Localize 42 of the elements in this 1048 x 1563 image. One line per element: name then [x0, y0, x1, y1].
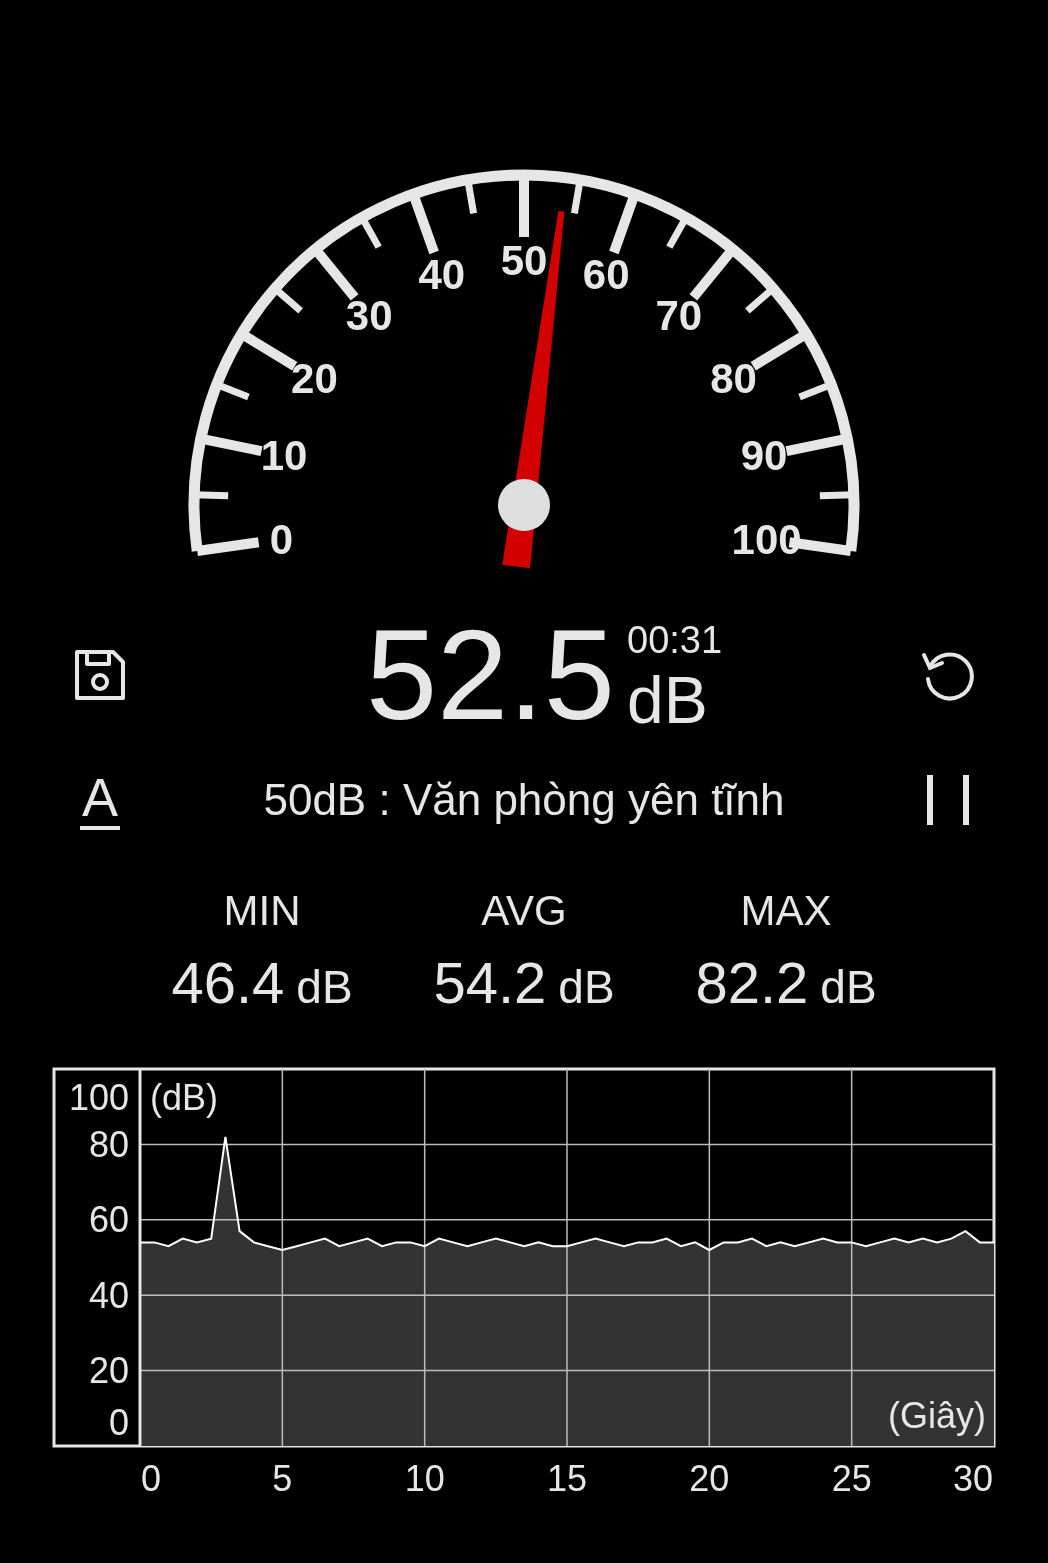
- stat-label: MAX: [740, 890, 832, 932]
- reference-level-text: 50dB : Văn phòng yên tĩnh: [263, 774, 785, 826]
- stat-unit: dB: [296, 964, 353, 1010]
- stat-value: 54.2: [433, 954, 547, 1012]
- stat-label: MIN: [223, 890, 301, 932]
- save-icon[interactable]: [73, 648, 127, 702]
- y-tick-label: 20: [88, 1350, 129, 1392]
- y-tick-label: 80: [88, 1123, 129, 1165]
- y-tick-label: 40: [88, 1274, 129, 1316]
- gauge-label: 0: [269, 515, 294, 563]
- x-tick-label: 5: [272, 1457, 293, 1499]
- x-tick-label: 15: [547, 1457, 587, 1499]
- needle-hub: [498, 479, 550, 531]
- x-tick-label: 10: [404, 1457, 445, 1499]
- gauge-label: 20: [291, 354, 338, 402]
- stat-value: 46.4: [171, 954, 285, 1012]
- x-axis-title: (Giây): [888, 1394, 986, 1436]
- weighting-selector[interactable]: A: [80, 770, 120, 830]
- gauge-label: 90: [740, 432, 788, 480]
- sound-level-reading: 52.5: [365, 611, 615, 739]
- x-tick-label: 0: [141, 1457, 161, 1499]
- gauge-label: 60: [582, 250, 630, 298]
- gauge-label: 80: [710, 354, 757, 402]
- y-tick-label: 0: [108, 1401, 129, 1443]
- pause-icon[interactable]: [925, 775, 971, 825]
- stat-label: AVG: [481, 890, 567, 932]
- y-tick-label: 60: [88, 1199, 129, 1241]
- y-axis-title: (dB): [150, 1076, 218, 1118]
- stat-unit: dB: [820, 964, 877, 1010]
- gauge-label: 70: [655, 291, 703, 339]
- stat-unit: dB: [558, 964, 615, 1010]
- x-tick-label: 30: [953, 1457, 993, 1499]
- gauge-label: 50: [500, 236, 548, 284]
- x-tick-label: 20: [689, 1457, 730, 1499]
- y-tick-label: 100: [68, 1076, 129, 1118]
- gauge-label: 10: [260, 432, 308, 480]
- elapsed-time: 00:31: [627, 621, 723, 659]
- gauge-label: 40: [418, 250, 466, 298]
- x-tick-label: 25: [831, 1457, 872, 1499]
- stat-value: 82.2: [695, 954, 809, 1012]
- gauge-label: 30: [345, 291, 393, 339]
- unit-label: dB: [627, 667, 708, 733]
